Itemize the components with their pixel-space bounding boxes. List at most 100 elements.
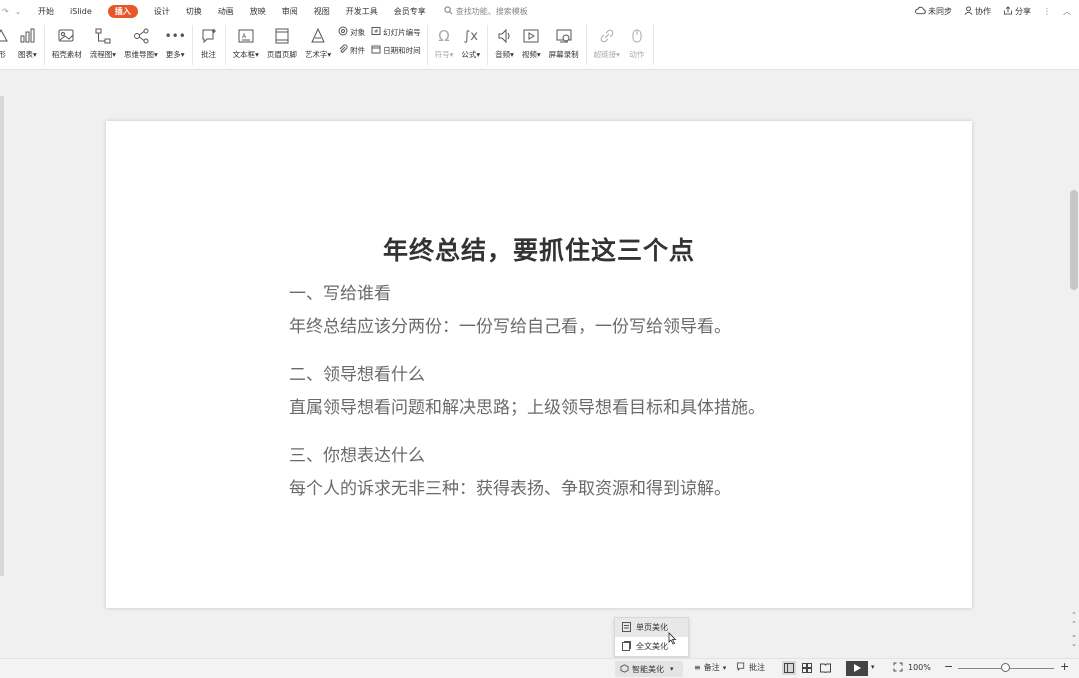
section-body[interactable]: 年终总结应该分两份：一份写给自己看，一份写给领导看。 <box>289 312 731 337</box>
slide-title[interactable]: 年终总结，要抓住这三个点 <box>106 231 972 267</box>
flowchart-button[interactable]: 流程图▾ <box>86 22 120 68</box>
mindmap-icon <box>132 27 150 45</box>
flowchart-text: 流程图 <box>89 50 113 59</box>
paperclip-icon <box>338 44 348 56</box>
vertical-scrollbar[interactable] <box>1069 70 1079 658</box>
page-icon <box>622 621 631 634</box>
tab-label: 开始 <box>38 6 54 16</box>
screen-record-button[interactable]: 屏幕录制 <box>545 22 583 68</box>
slide-number-button[interactable]: # 幻灯片编号 <box>371 26 421 38</box>
audio-button[interactable]: 音频▾ <box>491 22 518 68</box>
screen-record-icon <box>555 27 573 45</box>
play-icon <box>853 663 861 674</box>
tab-animation[interactable]: 动画 <box>210 0 242 22</box>
tab-view[interactable]: 视图 <box>306 0 338 22</box>
dropdown-icon[interactable]: ⌄ <box>15 7 22 16</box>
svg-text:A: A <box>242 33 247 40</box>
comment-label: 批注 <box>201 50 217 59</box>
hyperlink-label: 超链接▾ <box>593 50 620 59</box>
notes-button[interactable]: ≡ 备注 ▾ <box>694 662 726 673</box>
action-button[interactable]: 动作 <box>624 22 650 68</box>
grid-view-icon[interactable] <box>800 661 814 675</box>
link-icon <box>598 27 616 45</box>
mindmap-label: 思维导图▾ <box>124 50 158 59</box>
reading-view-icon[interactable] <box>818 661 832 675</box>
section-heading[interactable]: 三、你想表达什么 <box>289 441 425 466</box>
more-button[interactable]: ••• 更多▾ <box>162 22 189 68</box>
scrollbar-thumb[interactable] <box>1070 190 1078 290</box>
collab-button[interactable]: 协作 <box>964 5 991 17</box>
video-label: 视频▾ <box>521 50 541 59</box>
object-button[interactable]: 对象 <box>338 26 365 38</box>
comments-label: 批注 <box>749 663 765 672</box>
video-button[interactable]: 视频▾ <box>518 22 545 68</box>
feature-search[interactable]: 查找功能、搜索模板 <box>444 5 528 17</box>
hyperlink-button[interactable]: 超链接▾ <box>590 22 624 68</box>
section-heading[interactable]: 一、写给谁看 <box>289 279 391 304</box>
tab-transition[interactable]: 切换 <box>178 0 210 22</box>
zoom-out-icon[interactable]: − <box>944 660 953 673</box>
textbox-text: 文本框 <box>232 50 256 59</box>
zoom-level[interactable]: 100% <box>908 663 931 672</box>
formula-button[interactable]: ∫x 公式▾ <box>457 22 484 68</box>
menu-tab-bar: ↷ ⌄ 开始 iSlide 插入 设计 切换 动画 放映 审阅 视图 开发工具 … <box>0 0 1079 22</box>
tab-developer[interactable]: 开发工具 <box>338 0 386 22</box>
audio-label: 音频▾ <box>495 50 514 59</box>
tab-insert[interactable]: 插入 <box>100 0 146 22</box>
wordart-button[interactable]: 艺术字▾ <box>301 22 335 68</box>
tab-slideshow[interactable]: 放映 <box>242 0 274 22</box>
full-doc-beautify-item[interactable]: 全文美化 <box>615 637 688 656</box>
attachment-button[interactable]: 附件 <box>338 44 365 56</box>
tab-label: 动画 <box>217 6 234 16</box>
redo-icon[interactable]: ↷ <box>2 7 9 16</box>
chevron-down-icon: ▾ <box>670 665 674 673</box>
tab-label: 开发工具 <box>345 6 378 16</box>
material-button[interactable]: 稻壳素材 <box>48 22 86 68</box>
chevron-down-icon[interactable]: ▾ <box>871 663 875 671</box>
normal-view-icon[interactable] <box>782 661 796 675</box>
more-vertical-icon[interactable]: ⋮ <box>1043 7 1051 16</box>
single-page-beautify-item[interactable]: 单页美化 <box>615 618 688 637</box>
insert-small-col-1: 对象 附件 <box>335 22 368 56</box>
tab-design[interactable]: 设计 <box>146 0 178 22</box>
tab-islide[interactable]: iSlide <box>62 0 100 22</box>
header-footer-label: 页眉页脚 <box>266 50 297 59</box>
symbol-button[interactable]: Ω 符号▾ <box>431 22 458 68</box>
tab-home[interactable]: 开始 <box>30 0 62 22</box>
datetime-button[interactable]: 日期和时间 <box>371 44 421 56</box>
chart-button[interactable]: 图表▾ <box>14 22 41 68</box>
smart-beautify-button[interactable]: 智能美化 ▾ <box>615 661 683 677</box>
tab-label: 会员专享 <box>393 6 426 16</box>
play-slideshow-button[interactable] <box>846 661 868 676</box>
tab-label: 设计 <box>153 6 170 16</box>
thumbnail-pane-edge[interactable] <box>0 96 4 576</box>
section-heading[interactable]: 二、领导想看什么 <box>289 360 425 385</box>
object-label: 对象 <box>350 27 366 37</box>
mindmap-button[interactable]: 思维导图▾ <box>120 22 162 68</box>
slide-canvas[interactable]: 年终总结，要抓住这三个点 一、写给谁看 年终总结应该分两份：一份写给自己看，一份… <box>106 121 972 608</box>
tab-member[interactable]: 会员专享 <box>386 0 434 22</box>
fit-window-icon[interactable] <box>893 662 903 674</box>
attachment-label: 附件 <box>350 45 366 55</box>
comments-button[interactable]: 批注 <box>736 662 765 673</box>
next-slide-icon[interactable]: ⌄ ⌄ <box>1071 631 1077 649</box>
bar-chart-icon <box>18 27 36 45</box>
sync-button[interactable]: 未同步 <box>915 6 952 17</box>
material-icon <box>58 27 76 45</box>
prev-slide-icon[interactable]: ⌃ ⌃ <box>1071 611 1077 629</box>
share-button[interactable]: 分享 <box>1003 5 1031 17</box>
tab-review[interactable]: 审阅 <box>274 0 306 22</box>
datetime-label: 日期和时间 <box>383 45 421 55</box>
shape-button[interactable]: 形 <box>0 22 14 68</box>
header-footer-button[interactable]: 页眉页脚 <box>263 22 301 68</box>
section-body[interactable]: 每个人的诉求无非三种：获得表扬、争取资源和得到谅解。 <box>289 474 731 499</box>
section-body[interactable]: 直属领导想看问题和解决思路；上级领导想看目标和具体措施。 <box>289 393 765 418</box>
textbox-button[interactable]: A 文本框▾ <box>229 22 263 68</box>
share-label: 分享 <box>1015 6 1031 16</box>
zoom-slider-handle[interactable] <box>1001 663 1010 672</box>
comment-button[interactable]: 批注 <box>196 22 222 68</box>
more-text: 更多 <box>165 50 181 59</box>
collapse-ribbon-icon[interactable]: ︿ <box>1063 6 1071 17</box>
zoom-in-icon[interactable]: + <box>1060 660 1069 673</box>
calendar-icon <box>371 44 381 56</box>
